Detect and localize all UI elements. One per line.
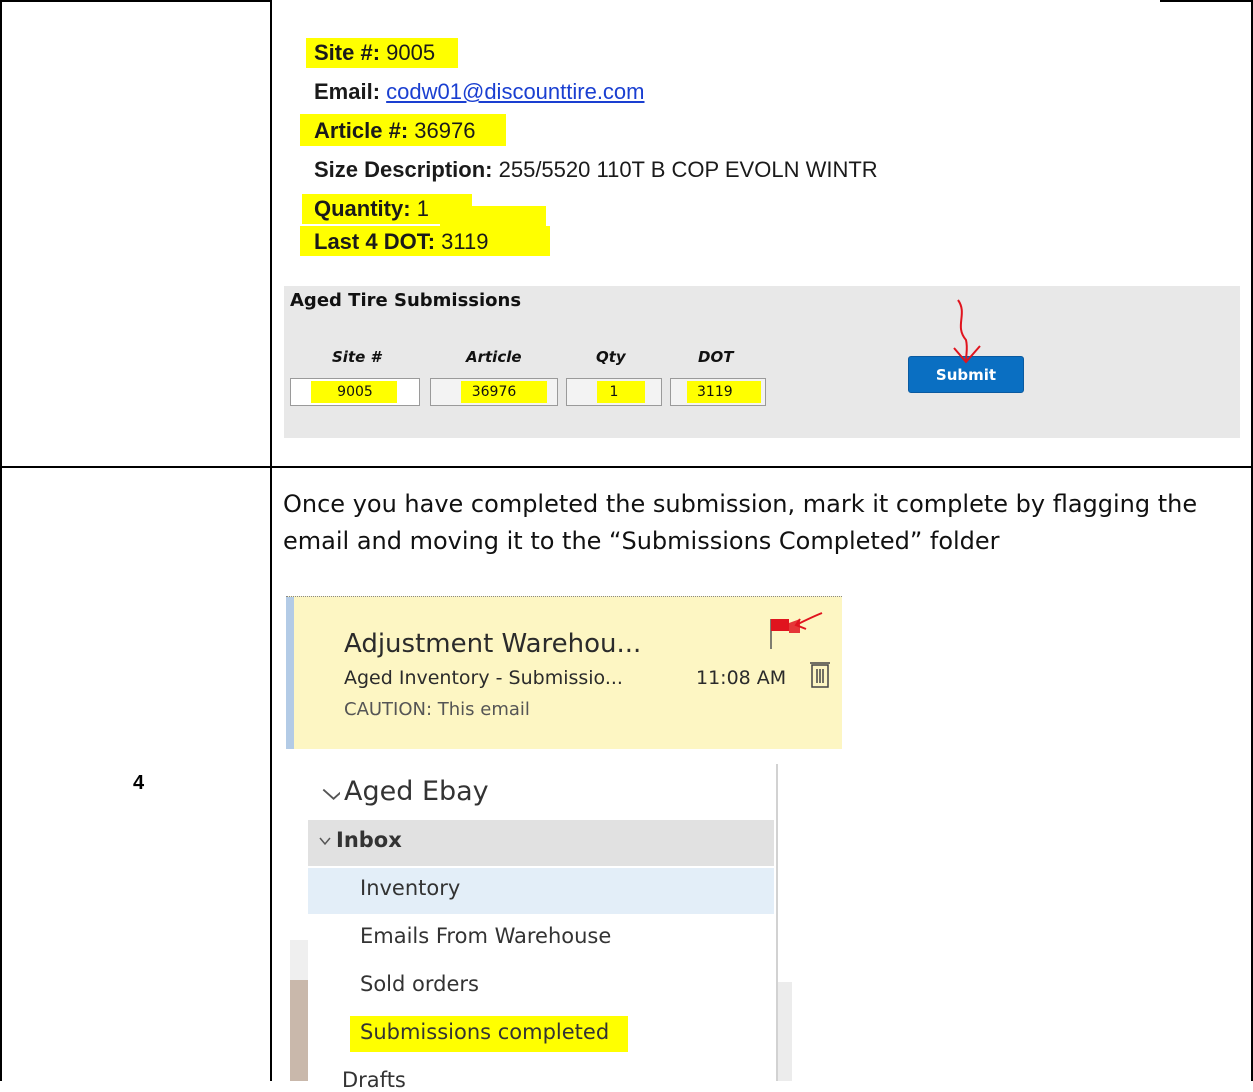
email-email-line: Email: codw01@discounttire.com xyxy=(314,79,645,105)
chevron-down-icon xyxy=(319,837,331,846)
table-row-divider xyxy=(0,466,1253,468)
dot-value: 3119 xyxy=(441,229,489,254)
col-header-site: Site # xyxy=(332,348,381,366)
pane-left-edge-photo xyxy=(290,980,308,1081)
email-preview: CAUTION: This email xyxy=(344,699,530,720)
email-size-line: Size Description: 255/5520 110T B COP EV… xyxy=(314,157,878,183)
folder-aged-ebay[interactable]: Aged Ebay xyxy=(318,776,489,807)
email-article-line: Article #: 36976 xyxy=(314,118,475,144)
instruction-text: Once you have completed the submission, … xyxy=(283,490,1198,555)
email-time: 11:08 AM xyxy=(696,667,787,689)
quantity-value: 1 xyxy=(416,196,429,221)
folder-aged-ebay-label: Aged Ebay xyxy=(344,776,489,807)
email-link[interactable]: codw01@discounttire.com xyxy=(386,79,644,104)
folder-drafts-partial[interactable]: Drafts xyxy=(342,1068,406,1092)
folder-submissions-completed[interactable]: Submissions completed xyxy=(360,1020,609,1044)
form-title: Aged Tire Submissions xyxy=(290,290,522,311)
table-col-divider xyxy=(270,0,272,1081)
col-header-dot: DOT xyxy=(698,348,734,366)
pane-left-edge xyxy=(290,940,308,980)
article-input-value: 36976 xyxy=(471,384,517,400)
email-list-item[interactable]: Adjustment Warehou... Aged Inventory - S… xyxy=(286,596,842,749)
dot-input[interactable]: 3119 xyxy=(670,378,766,406)
size-value: 255/5520 110T B COP EVOLN WINTR xyxy=(498,157,878,182)
email-sender: Adjustment Warehou... xyxy=(344,629,642,659)
annotation-arrow-icon xyxy=(953,299,981,364)
highlight-quantity-tail xyxy=(440,206,546,228)
aged-tire-form: Aged Tire Submissions Site # Article Qty… xyxy=(284,286,1240,438)
folder-emails-from-warehouse[interactable]: Emails From Warehouse xyxy=(360,924,611,948)
col-header-article: Article xyxy=(466,348,522,366)
site-value: 9005 xyxy=(386,40,436,65)
dot-input-value: 3119 xyxy=(697,384,733,400)
chevron-down-icon xyxy=(322,788,340,800)
article-label: Article #: xyxy=(314,118,409,143)
email-label: Email: xyxy=(314,79,381,104)
folder-inbox[interactable]: Inbox xyxy=(318,828,402,852)
email-accent-bar xyxy=(286,597,294,749)
article-value: 36976 xyxy=(414,118,476,143)
site-label: Site #: xyxy=(314,40,381,65)
site-input[interactable]: 9005 xyxy=(290,378,420,406)
top-white-mask xyxy=(272,0,1160,3)
pane-right-edge xyxy=(778,982,792,1081)
email-quantity-line: Quantity: 1 xyxy=(314,196,429,222)
qty-input-value: 1 xyxy=(609,384,619,400)
dot-label: Last 4 DOT: xyxy=(314,229,436,254)
flag-icon[interactable] xyxy=(766,611,824,651)
email-subject: Aged Inventory - Submissio... xyxy=(344,667,623,689)
folder-sold-orders[interactable]: Sold orders xyxy=(360,972,479,996)
quantity-label: Quantity: xyxy=(314,196,411,221)
size-label: Size Description: xyxy=(314,157,493,182)
email-dot-line: Last 4 DOT: 3119 xyxy=(314,229,488,255)
col-header-qty: Qty xyxy=(596,348,626,366)
email-site-line: Site #: 9005 xyxy=(314,40,435,66)
table-left-border xyxy=(0,0,2,1081)
trash-icon[interactable] xyxy=(809,659,831,689)
folder-inventory[interactable]: Inventory xyxy=(360,876,460,900)
qty-input[interactable]: 1 xyxy=(566,378,662,406)
folder-inbox-label: Inbox xyxy=(336,828,402,852)
site-input-value: 9005 xyxy=(337,384,373,400)
article-input[interactable]: 36976 xyxy=(430,378,558,406)
step-number: 4 xyxy=(133,772,145,794)
